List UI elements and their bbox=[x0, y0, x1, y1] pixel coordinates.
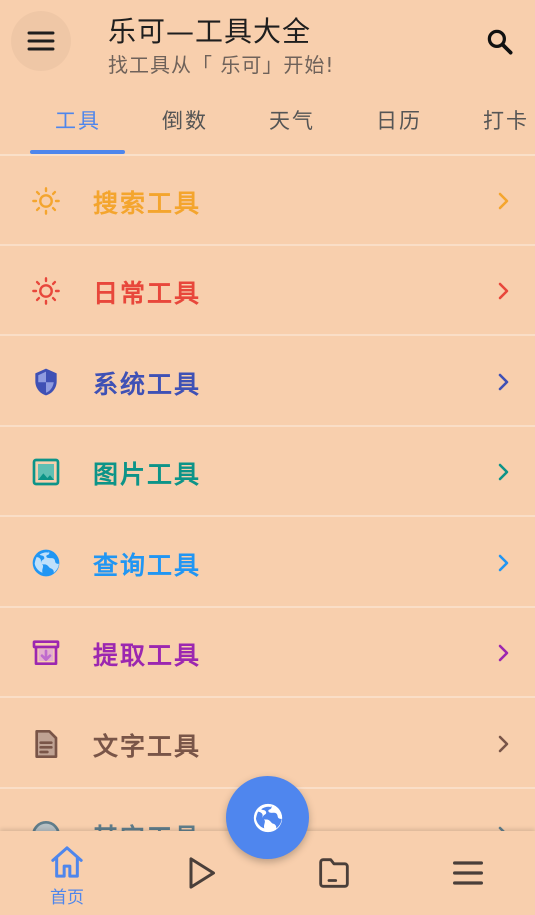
document-icon bbox=[29, 727, 63, 761]
tool-item-query[interactable]: 查询工具 bbox=[0, 518, 535, 608]
tool-item-extract[interactable]: 提取工具 bbox=[0, 608, 535, 698]
tool-label: 系统工具 bbox=[93, 370, 202, 399]
chevron-right-icon bbox=[493, 459, 515, 485]
menu-icon bbox=[27, 31, 55, 51]
sun-icon bbox=[29, 274, 63, 308]
tool-label: 搜索工具 bbox=[93, 189, 202, 218]
chevron-right-icon bbox=[493, 369, 515, 395]
menu-button[interactable] bbox=[11, 11, 71, 71]
menu-icon bbox=[453, 861, 483, 885]
tab-countdown[interactable]: 倒数 bbox=[132, 88, 238, 154]
chevron-right-icon bbox=[493, 731, 515, 757]
chevron-right-icon bbox=[493, 278, 515, 304]
play-icon bbox=[189, 857, 215, 889]
tool-item-search[interactable]: 搜索工具 bbox=[0, 156, 535, 246]
nav-home-label: 首页 bbox=[50, 888, 84, 908]
image-icon bbox=[29, 455, 63, 489]
tab-tools[interactable]: 工具 bbox=[25, 88, 131, 154]
sun-icon bbox=[29, 184, 63, 218]
shield-icon bbox=[29, 365, 63, 399]
tool-label: 查询工具 bbox=[93, 551, 202, 580]
search-button[interactable] bbox=[480, 22, 520, 62]
chevron-right-icon bbox=[493, 550, 515, 576]
globe-icon bbox=[29, 546, 63, 580]
nav-home[interactable]: 首页 bbox=[0, 831, 134, 915]
tab-bar: 工具 倒数 天气 日历 打卡 bbox=[0, 88, 535, 154]
globe-icon bbox=[253, 803, 282, 832]
tool-label: 文字工具 bbox=[93, 732, 202, 761]
tool-item-system[interactable]: 系统工具 bbox=[0, 337, 535, 427]
tool-label: 提取工具 bbox=[93, 641, 202, 670]
tab-calendar[interactable]: 日历 bbox=[346, 88, 452, 154]
tab-checkin[interactable]: 打卡 bbox=[453, 88, 535, 154]
nav-more[interactable] bbox=[401, 831, 535, 915]
folder-icon bbox=[319, 858, 349, 888]
tool-item-image[interactable]: 图片工具 bbox=[0, 427, 535, 517]
circle-icon bbox=[29, 818, 63, 832]
app-title: 乐可—工具大全 bbox=[108, 15, 312, 48]
archive-icon bbox=[29, 636, 63, 670]
tool-item-daily[interactable]: 日常工具 bbox=[0, 246, 535, 336]
tab-weather[interactable]: 天气 bbox=[239, 88, 345, 154]
tool-label: 图片工具 bbox=[93, 460, 202, 489]
tool-list: 搜索工具 日常工具 系统工具 图片工具 查询工具 提取工具 文字工具 bbox=[0, 156, 535, 832]
home-icon bbox=[51, 846, 83, 878]
globe-fab-button[interactable] bbox=[226, 776, 309, 859]
tool-label: 日常工具 bbox=[93, 279, 202, 308]
chevron-right-icon bbox=[493, 188, 515, 214]
app-header: 乐可—工具大全 找工具从「 乐可」开始! bbox=[0, 0, 535, 86]
chevron-right-icon bbox=[493, 640, 515, 666]
app-subtitle: 找工具从「 乐可」开始! bbox=[108, 53, 335, 77]
search-icon bbox=[487, 29, 513, 55]
tool-label: 其它工具 bbox=[93, 818, 201, 832]
